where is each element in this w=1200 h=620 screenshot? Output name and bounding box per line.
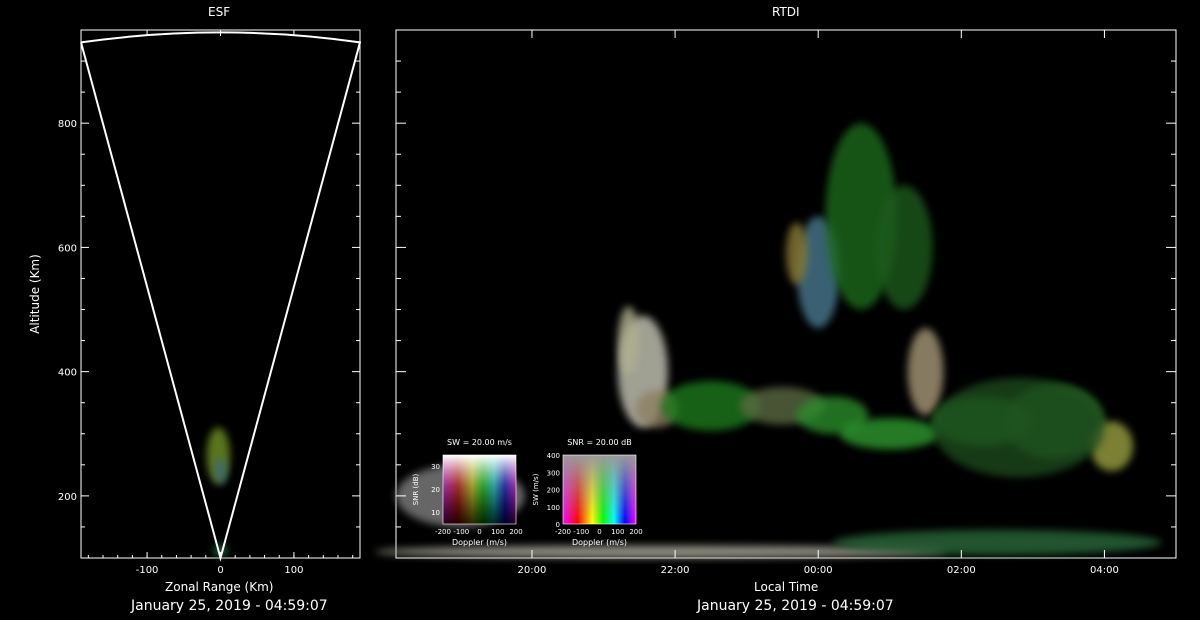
esf-y-tick-label: 800 — [58, 119, 77, 130]
colorbar-y-tick-label: 10 — [431, 509, 440, 517]
esf-y-tick-label: 400 — [58, 368, 77, 379]
rtdi-echo — [832, 530, 1162, 555]
rtdi-echo — [839, 418, 940, 450]
rtdi-echo — [932, 377, 1105, 478]
esf-x-tick-label: 100 — [284, 565, 303, 576]
radar-figure: ESF RTDI Altitude (Km) Zonal Range (Km) … — [0, 0, 1200, 620]
colorbar-y-label: SW (m/s) — [532, 473, 540, 505]
colorbar-y-tick-label: 300 — [547, 469, 560, 477]
colorbar-x-tick-label: 0 — [597, 528, 601, 536]
rtdi-echo — [617, 306, 640, 375]
colorbar-y-label: SNR (dB) — [412, 473, 420, 505]
colorbar-x-tick-label: -200 — [555, 528, 571, 536]
esf-echo — [214, 457, 227, 485]
plot-canvas: -100 0 100200400600800 20:00 22:00 00:00 02:0… — [58, 29, 1177, 576]
rtdi-echo — [875, 185, 933, 310]
esf-x-tick-label: 0 — [217, 565, 223, 576]
colorbar-x-label: Doppler (m/s) — [572, 538, 627, 547]
colorbar-dark-shade — [443, 455, 516, 524]
colorbar-x-tick-label: -200 — [435, 528, 451, 536]
colorbar-x-tick-label: 200 — [629, 528, 642, 536]
colorbar-y-tick-label: 20 — [431, 486, 440, 494]
rtdi-x-tick-label: 02:00 — [947, 565, 976, 576]
rtdi-x-tick-label: 20:00 — [518, 565, 547, 576]
rtdi-x-tick-label: 00:00 — [804, 565, 833, 576]
colorbar-x-tick-label: 0 — [477, 528, 481, 536]
colorbar-grey-shade — [563, 455, 636, 524]
rtdi-x-tick-label: 04:00 — [1090, 565, 1119, 576]
colorbar-y-tick-label: 0 — [556, 521, 560, 529]
colorbar-x-tick-label: 200 — [509, 528, 522, 536]
colorbar-y-tick-label: 30 — [431, 463, 440, 471]
colorbar-y-tick-label: 100 — [547, 504, 560, 512]
colorbar-x-tick-label: -100 — [453, 528, 469, 536]
colorbar-y-tick-label: 200 — [547, 487, 560, 495]
esf-y-tick-label: 600 — [58, 243, 77, 254]
colorbar-x-tick-label: 100 — [611, 528, 624, 536]
rtdi-plot: 20:00 22:00 00:00 02:00 04:00 SW = 20.00 m/s -… — [374, 29, 1177, 576]
colorbar-y-tick-label: 400 — [547, 452, 560, 460]
rtdi-echo — [907, 328, 944, 416]
colorbar-x-tick-label: 100 — [491, 528, 504, 536]
colorbar-x-label: Doppler (m/s) — [452, 538, 507, 547]
esf-y-tick-label: 200 — [58, 492, 77, 503]
rtdi-echo — [786, 222, 808, 285]
esf-plot: -100 0 100 200 400 600 800 — [58, 29, 362, 576]
esf-x-tick-label: -100 — [136, 565, 159, 576]
colorbar-2: SNR = 20.00 dB -200 -100 0 100 200 0 100 200 300 4… — [532, 438, 643, 547]
colorbar-x-tick-label: -100 — [573, 528, 589, 536]
colorbar-title: SW = 20.00 m/s — [447, 438, 512, 447]
rtdi-x-tick-label: 22:00 — [661, 565, 690, 576]
colorbar-title: SNR = 20.00 dB — [567, 438, 631, 447]
